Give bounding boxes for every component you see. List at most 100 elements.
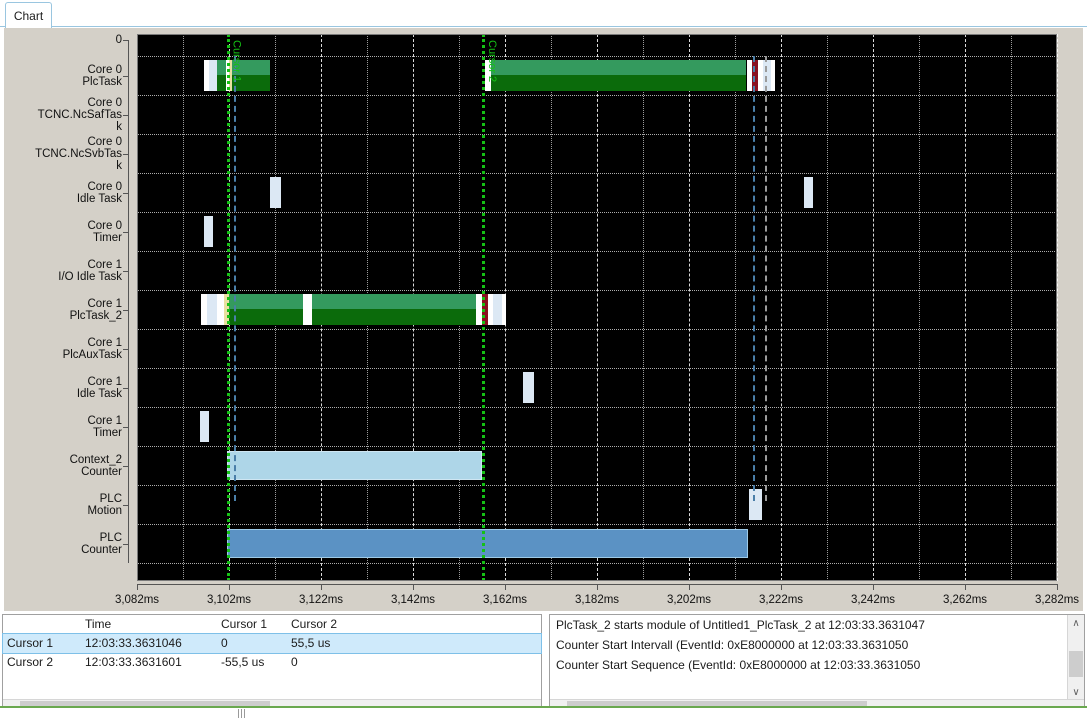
y-axis-label-line: Core 1 <box>87 375 122 388</box>
status-bar <box>0 706 1087 719</box>
v-gridline-minor <box>183 34 184 581</box>
y-axis-label-line: Idle Task <box>76 387 122 400</box>
tab-underline <box>0 26 1087 27</box>
x-axis-label: 3,182ms <box>574 594 620 606</box>
tab-chart[interactable]: Chart <box>5 2 52 28</box>
y-axis-label-line: I/O Idle Task <box>58 270 122 283</box>
y-axis-label-line: Core 1 <box>87 258 122 271</box>
timeline-bar[interactable] <box>501 293 506 326</box>
col-cursor1: Cursor 1 <box>217 615 287 634</box>
bottom-panes: Time Cursor 1 Cursor 2 Cursor 1 12:03:33.… <box>0 612 1087 719</box>
cursor-row-c1: -55,5 us <box>221 655 265 669</box>
y-tick-zero: 0 <box>115 34 122 46</box>
timeline-bar[interactable] <box>804 176 814 209</box>
table-row[interactable]: Cursor 1 12:03:33.3631046 0 55,5 us <box>2 633 542 654</box>
timeline-bar[interactable] <box>208 59 218 92</box>
timeline-bar[interactable] <box>491 59 747 92</box>
cursor-grid-pane: Time Cursor 1 Cursor 2 Cursor 1 12:03:33.… <box>2 614 542 717</box>
bar-bottom <box>311 309 477 326</box>
timeline-bar[interactable] <box>216 293 225 326</box>
event-log-list[interactable]: PlcTask_2 starts module of Untitled1_Plc… <box>550 615 1084 675</box>
y-axis-label-line: Core 1 <box>87 336 122 349</box>
x-tick-mark <box>1057 584 1058 590</box>
y-axis-label-line: PLC <box>99 531 122 544</box>
y-axis-label: Core 0 TCNC.NcSafTas k <box>38 97 122 133</box>
event-log-pane: PlcTask_2 starts module of Untitled1_Plc… <box>549 614 1085 717</box>
timeline-bar[interactable] <box>523 371 534 404</box>
timeline-bar[interactable] <box>226 451 482 480</box>
x-axis-label: 3,162ms <box>482 594 528 606</box>
x-axis-labels: 3,082ms 3,102ms 3,122ms 3,142ms 3,162ms 3,182… <box>115 584 1079 610</box>
y-tick-mark <box>123 426 129 428</box>
x-tick-mark <box>965 584 966 590</box>
cursor-row-c1: 0 <box>217 634 287 653</box>
event-marker-line <box>233 56 236 501</box>
x-tick-mark <box>413 584 414 590</box>
x-tick-mark <box>505 584 506 590</box>
timeline-bar[interactable] <box>302 293 312 326</box>
x-axis-label: 3,082ms <box>114 594 160 606</box>
y-axis-label-line: k <box>116 159 122 172</box>
timeline-bar[interactable] <box>311 293 477 326</box>
y-axis-label: Context_2 Counter <box>70 454 122 478</box>
x-tick-mark <box>321 584 322 590</box>
x-tick-mark <box>137 584 138 590</box>
bar-bottom <box>217 75 226 92</box>
v-gridline-minor <box>551 34 552 581</box>
v-gridline-minor <box>735 34 736 581</box>
scroll-up-icon[interactable]: ∧ <box>1068 615 1084 631</box>
y-tick-mark <box>123 543 129 545</box>
event-marker-line <box>753 56 756 501</box>
v-gridline-major <box>1057 34 1058 581</box>
timeline-plot[interactable]: Cursor 1 Cursor 2 <box>137 34 1058 581</box>
y-axis-label-line: Context_2 <box>69 453 122 466</box>
y-axis-label-line: PLC <box>99 492 122 505</box>
timeline-bar[interactable] <box>217 59 226 92</box>
timeline-bar[interactable] <box>229 293 303 326</box>
cursor-table-header: Time Cursor 1 Cursor 2 <box>3 615 541 634</box>
timeline-bar[interactable] <box>493 293 502 326</box>
y-axis-label-line: Timer <box>93 426 122 439</box>
v-gridline-minor <box>1011 34 1012 581</box>
v-gridline-major <box>137 34 138 581</box>
cursor-row-c2: 55,5 us <box>287 634 541 653</box>
y-axis-label: Core 1 PlcTask_2 <box>70 298 122 322</box>
cursor-row-name: Cursor 2 <box>7 655 54 669</box>
y-axis-label-line: Core 0 <box>87 180 122 193</box>
y-axis-label: Core 0 Idle Task <box>77 181 122 205</box>
cursor-label-1: Cursor 1 <box>230 40 243 83</box>
event-marker-line <box>764 56 767 501</box>
resize-grip[interactable] <box>238 709 248 719</box>
timeline-bar[interactable] <box>770 59 775 92</box>
timeline-bar[interactable] <box>270 176 282 209</box>
scroll-thumb[interactable] <box>1069 651 1083 677</box>
list-item[interactable]: Counter Start Intervall (EventId: 0xE800… <box>550 635 1084 655</box>
y-axis-label-line: TCNC.NcSafTas <box>37 108 122 121</box>
timeline-bar[interactable] <box>207 293 217 326</box>
table-row[interactable]: Cursor 2 12:03:33.3631601 -55,5 us 0 <box>3 653 541 672</box>
y-tick-mark <box>123 465 129 467</box>
x-axis-label: 3,262ms <box>942 594 988 606</box>
y-axis-label: Core 1 PlcAuxTask <box>63 337 122 361</box>
list-item[interactable]: Counter Start Sequence (EventId: 0xE8000… <box>550 655 1084 675</box>
timeline-bar[interactable] <box>227 529 748 558</box>
y-axis-label-line: Core 0 <box>87 135 122 148</box>
status-accent-line <box>0 706 1087 708</box>
v-gridline-major <box>873 34 874 581</box>
log-vscrollbar[interactable]: ∧ ∨ <box>1067 615 1084 700</box>
y-tick-mark <box>123 504 129 506</box>
timeline-bar[interactable] <box>200 410 209 443</box>
cursor-row-time: 12:03:33.3631046 <box>81 634 217 653</box>
timeline-bar[interactable] <box>204 215 214 248</box>
y-axis-label-line: Counter <box>81 543 122 556</box>
y-axis-label-line: Timer <box>93 231 122 244</box>
cursor-line-1[interactable] <box>226 34 230 581</box>
x-tick-mark <box>781 584 782 590</box>
list-item[interactable]: PlcTask_2 starts module of Untitled1_Plc… <box>550 615 1084 635</box>
col-time: Time <box>81 615 217 634</box>
x-tick-mark <box>597 584 598 590</box>
scroll-down-icon[interactable]: ∨ <box>1068 684 1084 700</box>
y-axis-label-line: Motion <box>87 504 122 517</box>
cursor-line-2[interactable] <box>482 34 485 581</box>
y-axis-label-line: PlcAuxTask <box>62 348 122 361</box>
